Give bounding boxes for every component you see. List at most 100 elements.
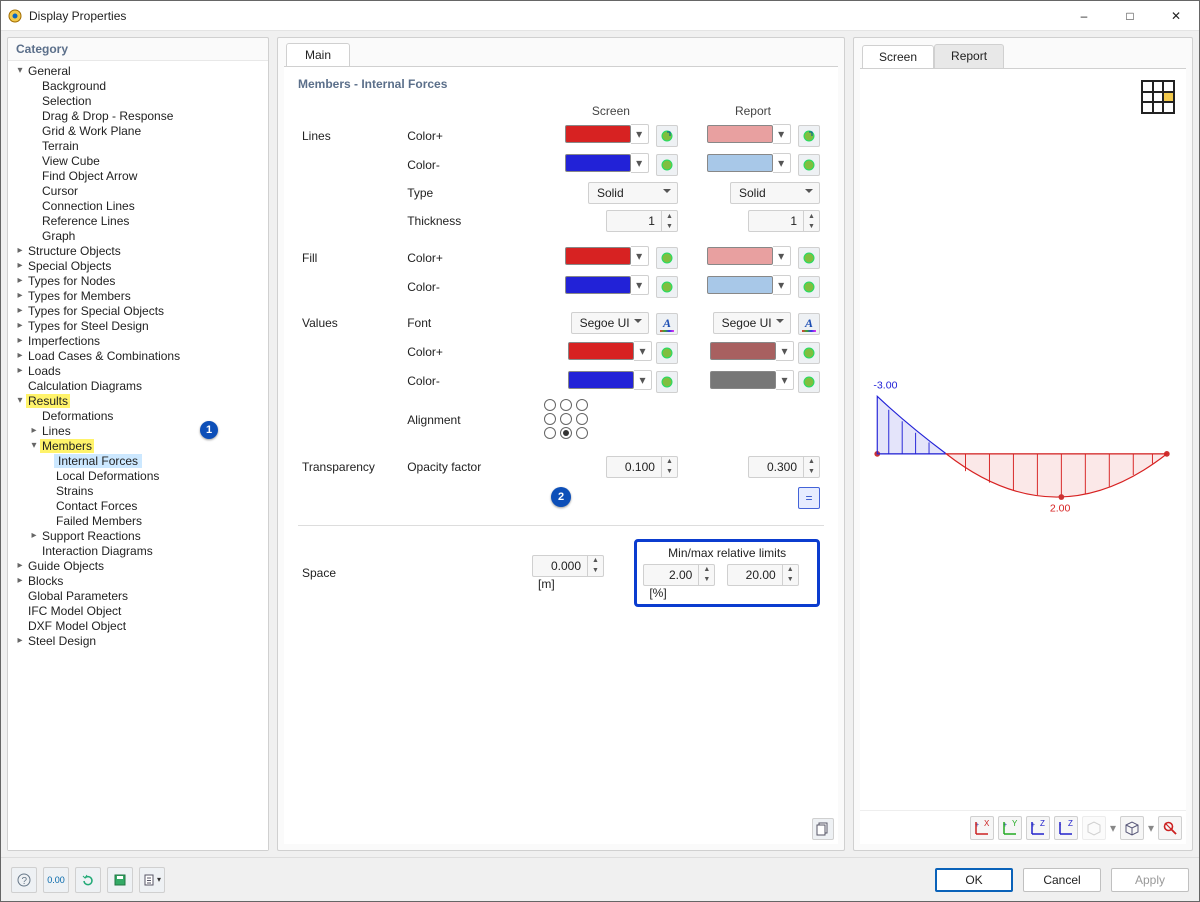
maximize-button[interactable]: □ (1107, 1, 1153, 31)
reset-icon[interactable] (75, 867, 101, 893)
lines-color-plus-screen[interactable]: ▾ (565, 124, 649, 144)
tree-item[interactable]: Calculation Diagrams (10, 378, 266, 393)
tree-twisty-icon[interactable]: ▾ (14, 65, 26, 76)
tree-item[interactable]: ▸Special Objects (10, 258, 266, 273)
fill-color-plus-report[interactable]: ▾ (707, 246, 791, 266)
fill-cm-report-more-icon[interactable] (798, 276, 820, 298)
tree-item[interactable]: IFC Model Object (10, 603, 266, 618)
view-plus-y-icon[interactable]: +Y (998, 816, 1022, 840)
tree-twisty-icon[interactable]: ▸ (28, 530, 40, 541)
tree-twisty-icon[interactable]: ▸ (14, 365, 26, 376)
lines-color-minus-screen[interactable]: ▾ (565, 153, 649, 173)
values-cp-screen-more-icon[interactable] (656, 342, 678, 364)
tree-twisty-icon[interactable]: ▸ (14, 350, 26, 361)
tree-item[interactable]: ▸Support Reactions (24, 528, 266, 543)
tree-twisty-icon[interactable]: ▸ (14, 275, 26, 286)
limit-min[interactable]: 2.00▲▼ (643, 564, 715, 586)
tree-item[interactable]: ▸Types for Nodes (10, 273, 266, 288)
sync-columns-button[interactable]: = (798, 487, 820, 509)
fill-color-minus-screen[interactable]: ▾ (565, 275, 649, 295)
font-style-screen-icon[interactable]: A (656, 313, 678, 335)
ok-button[interactable]: OK (935, 868, 1013, 892)
tree-twisty-icon[interactable]: ▸ (28, 425, 40, 436)
tree-item[interactable]: Background (24, 78, 266, 93)
export-list-icon[interactable]: ▾ (139, 867, 165, 893)
lines-cp-report-more-icon[interactable] (798, 125, 820, 147)
view-cube-icon[interactable] (1138, 77, 1178, 117)
tree-item[interactable]: ▸Load Cases & Combinations (10, 348, 266, 363)
view-plus-z-icon[interactable]: +Z (1026, 816, 1050, 840)
tree-item[interactable]: ▸Lines1 (24, 423, 266, 438)
lines-type-report[interactable]: Solid (730, 182, 820, 204)
lines-thickness-report[interactable]: 1▲▼ (748, 210, 820, 232)
tree-item[interactable]: ▸Blocks (10, 573, 266, 588)
tree-item[interactable]: ▾Members (24, 438, 266, 453)
tree-item[interactable]: Drag & Drop - Response (24, 108, 266, 123)
values-cm-report[interactable]: ▾ (710, 370, 794, 390)
tree-item[interactable]: Failed Members (38, 513, 266, 528)
values-cm-report-more-icon[interactable] (798, 371, 820, 393)
tree-item[interactable]: Cursor (24, 183, 266, 198)
lines-thickness-screen[interactable]: 1▲▼ (606, 210, 678, 232)
fill-color-plus-screen[interactable]: ▾ (565, 246, 649, 266)
tree-twisty-icon[interactable]: ▸ (14, 290, 26, 301)
lines-cm-report-more-icon[interactable] (798, 154, 820, 176)
copy-settings-icon[interactable] (812, 818, 834, 840)
tree-twisty-icon[interactable]: ▸ (14, 575, 26, 586)
values-font-screen[interactable]: Segoe UI (571, 312, 649, 334)
fill-cp-report-more-icon[interactable] (798, 247, 820, 269)
tree-item[interactable]: Graph (24, 228, 266, 243)
tree-twisty-icon[interactable]: ▸ (14, 560, 26, 571)
apply-button[interactable]: Apply (1111, 868, 1189, 892)
tree-item[interactable]: Strains (38, 483, 266, 498)
tree-item[interactable]: Internal Forces (38, 453, 266, 468)
values-cm-screen[interactable]: ▾ (568, 370, 652, 390)
tree-twisty-icon[interactable]: ▸ (14, 305, 26, 316)
preview-tab-report[interactable]: Report (934, 44, 1004, 68)
units-icon[interactable]: 0.00 (43, 867, 69, 893)
tree-item[interactable]: ▸Loads (10, 363, 266, 378)
tree-item[interactable]: ▸Imperfections (10, 333, 266, 348)
fill-color-minus-report[interactable]: ▾ (707, 275, 791, 295)
close-button[interactable]: ✕ (1153, 1, 1199, 31)
fill-cm-screen-more-icon[interactable] (656, 276, 678, 298)
tree-item[interactable]: Connection Lines (24, 198, 266, 213)
lines-cm-screen-more-icon[interactable] (656, 154, 678, 176)
tree-twisty-icon[interactable]: ▸ (14, 335, 26, 346)
tree-item[interactable]: Selection (24, 93, 266, 108)
tree-item[interactable]: Local Deformations (38, 468, 266, 483)
values-cp-report[interactable]: ▾ (710, 341, 794, 361)
lines-type-screen[interactable]: Solid (588, 182, 678, 204)
values-font-report[interactable]: Segoe UI (713, 312, 791, 334)
values-cp-report-more-icon[interactable] (798, 342, 820, 364)
tree-twisty-icon[interactable]: ▾ (14, 395, 26, 406)
tree-item[interactable]: ▸Structure Objects (10, 243, 266, 258)
tree-item[interactable]: ▸Types for Members (10, 288, 266, 303)
tree-item[interactable]: Deformations (24, 408, 266, 423)
tree-twisty-icon[interactable]: ▸ (14, 320, 26, 331)
cancel-button[interactable]: Cancel (1023, 868, 1101, 892)
tree-item[interactable]: ▾Results (10, 393, 266, 408)
lines-color-plus-report[interactable]: ▾ (707, 124, 791, 144)
tree-item[interactable]: Grid & Work Plane (24, 123, 266, 138)
fill-cp-screen-more-icon[interactable] (656, 247, 678, 269)
lines-cp-screen-more-icon[interactable] (656, 125, 678, 147)
font-style-report-icon[interactable]: A (798, 313, 820, 335)
wireframe-view-icon[interactable] (1120, 816, 1144, 840)
tree-item[interactable]: ▾General (10, 63, 266, 78)
tree-item[interactable]: Interaction Diagrams (24, 543, 266, 558)
tree-item[interactable]: ▸Guide Objects (10, 558, 266, 573)
preview-tab-screen[interactable]: Screen (862, 45, 934, 69)
opacity-report[interactable]: 0.300▲▼ (748, 456, 820, 478)
alignment-radios[interactable] (544, 399, 588, 439)
values-cp-screen[interactable]: ▾ (568, 341, 652, 361)
tab-main[interactable]: Main (286, 43, 350, 67)
tree-item[interactable]: Contact Forces (38, 498, 266, 513)
tree-twisty-icon[interactable]: ▸ (14, 635, 26, 646)
tree-twisty-icon[interactable]: ▸ (14, 260, 26, 271)
tree-twisty-icon[interactable]: ▸ (14, 245, 26, 256)
tree-item[interactable]: DXF Model Object (10, 618, 266, 633)
space-value[interactable]: 0.000▲▼ (532, 555, 604, 577)
tree-item[interactable]: Find Object Arrow (24, 168, 266, 183)
view-plus-x-icon[interactable]: +X (970, 816, 994, 840)
